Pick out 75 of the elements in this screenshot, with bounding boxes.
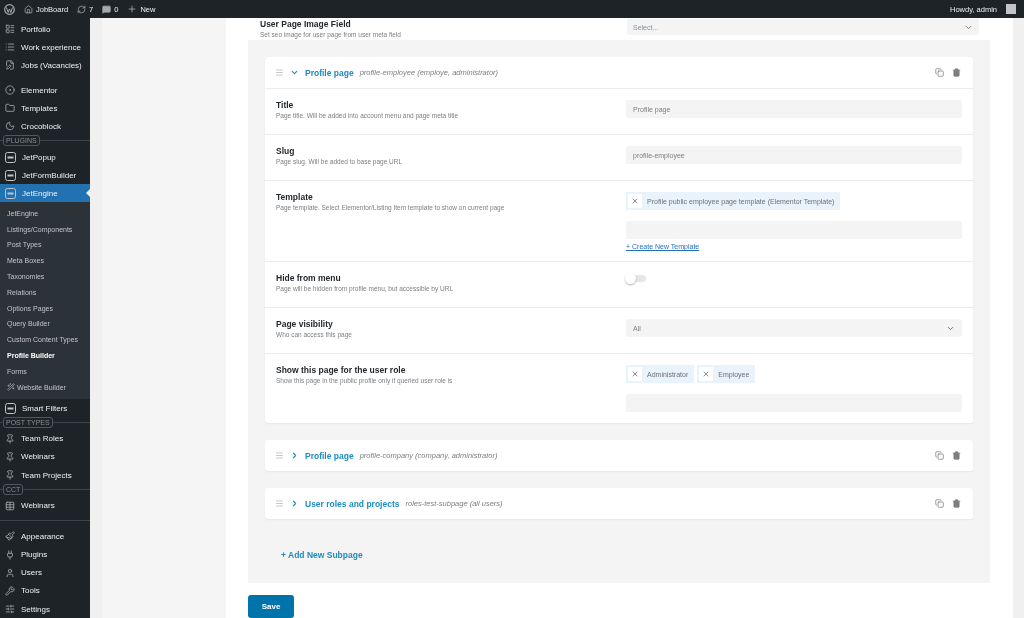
circle-icon	[5, 85, 15, 96]
menu-item[interactable]: Users	[0, 563, 90, 582]
subpage-title[interactable]: User roles and projects	[305, 498, 400, 509]
brush-icon	[5, 531, 15, 542]
menu-item[interactable]: Templates	[0, 99, 90, 118]
subpage-title[interactable]: Profile page	[305, 67, 354, 78]
close-icon	[631, 370, 639, 378]
field-label: Title	[276, 100, 295, 110]
chevron-right-icon[interactable]	[290, 499, 299, 508]
subpage-title[interactable]: Profile page	[305, 450, 354, 461]
menu-item[interactable]: JetFormBuilder	[0, 166, 90, 185]
remove-button[interactable]	[628, 367, 642, 381]
trash-icon[interactable]	[952, 499, 961, 508]
remove-button[interactable]	[699, 367, 714, 381]
menu-item[interactable]: Smart Filters	[0, 399, 90, 418]
field-label: User Page Image Field	[260, 19, 352, 29]
wordpress-logo-icon[interactable]	[4, 3, 15, 15]
add-subpage-button[interactable]: + Add New Subpage	[279, 548, 365, 562]
drag-handle-icon[interactable]	[275, 499, 284, 508]
plugin-logo-icon	[5, 169, 16, 181]
field-label: Slug	[276, 146, 296, 156]
plug-icon	[5, 549, 15, 560]
menu-item[interactable]: Portfolio	[0, 20, 90, 39]
menu-item[interactable]: Webinars	[0, 496, 90, 515]
remove-button[interactable]	[628, 194, 642, 208]
menu-item[interactable]: Webinars	[0, 447, 90, 466]
menu-item[interactable]: JetPopup	[0, 148, 90, 167]
field-label: Template	[276, 192, 314, 202]
trash-icon[interactable]	[952, 451, 961, 460]
drag-handle-icon[interactable]	[275, 68, 284, 77]
trash-icon[interactable]	[952, 68, 961, 77]
plugin-logo-icon	[5, 151, 16, 163]
folder-icon	[5, 103, 15, 114]
menu-item[interactable]: Team Roles	[0, 429, 90, 448]
user-icon	[5, 567, 15, 578]
save-button[interactable]: Save	[248, 595, 294, 618]
comment-icon	[102, 4, 112, 14]
menu-item[interactable]: Crocoblock	[0, 117, 90, 136]
wand-icon	[7, 383, 15, 392]
chevron-right-icon[interactable]	[290, 451, 299, 460]
menu-item[interactable]: Jobs (Vacancies)	[0, 56, 90, 75]
menu-item[interactable]: Appearance	[0, 527, 90, 546]
field-label: Show this page for the user role	[276, 365, 407, 375]
copy-icon[interactable]	[935, 499, 944, 508]
close-icon	[631, 197, 639, 205]
table-icon	[5, 500, 15, 511]
refresh-icon	[77, 4, 87, 14]
menu-item[interactable]: Plugins	[0, 545, 90, 564]
menu-item[interactable]: Elementor	[0, 81, 90, 100]
menu-item[interactable]: Team Projects	[0, 466, 90, 485]
pin-icon	[5, 433, 15, 444]
copy-icon[interactable]	[935, 68, 944, 77]
menu-item[interactable]: Settings	[0, 600, 90, 618]
drag-handle-icon[interactable]	[275, 451, 284, 460]
field-label: Hide from menu	[276, 273, 342, 283]
close-icon	[702, 370, 711, 378]
sliders-icon	[5, 604, 15, 615]
menu-item[interactable]: Tools	[0, 581, 90, 600]
pin-icon	[5, 451, 15, 462]
chevron-down-icon[interactable]	[290, 68, 299, 77]
edit-icon	[5, 60, 15, 71]
pin-icon	[5, 470, 15, 481]
menu-item[interactable]: JetEngine	[0, 184, 90, 203]
crescent-icon	[5, 121, 15, 132]
toggle-switch[interactable]	[626, 275, 646, 282]
plugin-logo-icon	[5, 187, 16, 199]
plus-icon	[127, 4, 138, 14]
wrench-icon	[5, 585, 15, 596]
menu-item[interactable]: Work experience	[0, 38, 90, 57]
list-icon	[5, 24, 15, 35]
field-label: Page visibility	[276, 319, 334, 329]
copy-icon[interactable]	[935, 451, 944, 460]
list-icon	[5, 42, 15, 53]
plugin-logo-icon	[5, 402, 16, 414]
home-icon	[24, 4, 33, 14]
